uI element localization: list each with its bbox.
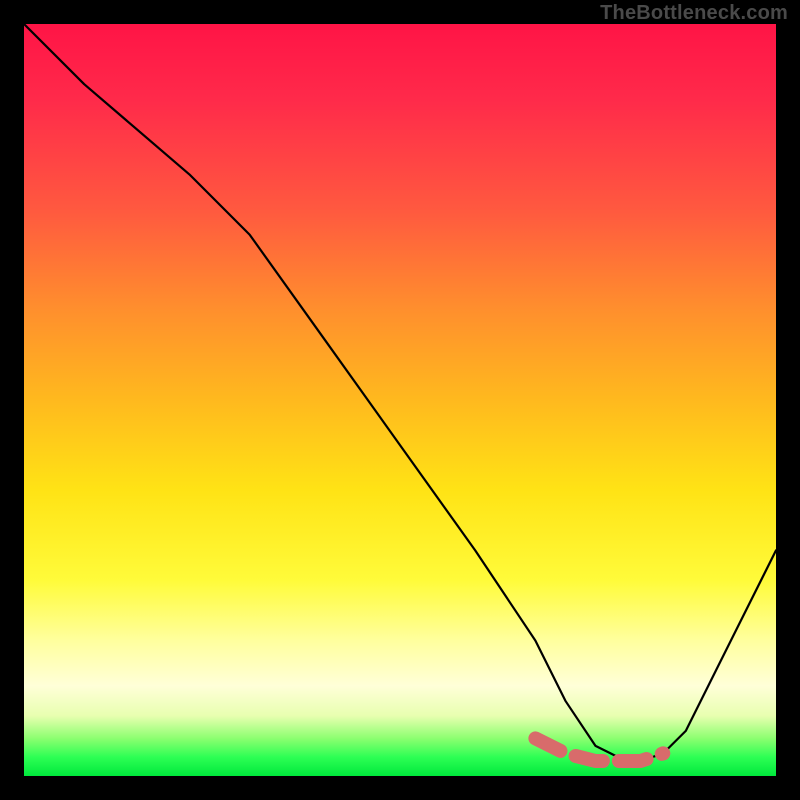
chart-plot-area xyxy=(24,24,776,776)
chart-frame: TheBottleneck.com xyxy=(0,0,800,800)
accent-segment-path xyxy=(535,738,663,761)
accent-dot xyxy=(656,746,670,760)
watermark-text: TheBottleneck.com xyxy=(600,2,788,25)
bottleneck-curve-path xyxy=(24,24,776,761)
chart-svg xyxy=(24,24,776,776)
